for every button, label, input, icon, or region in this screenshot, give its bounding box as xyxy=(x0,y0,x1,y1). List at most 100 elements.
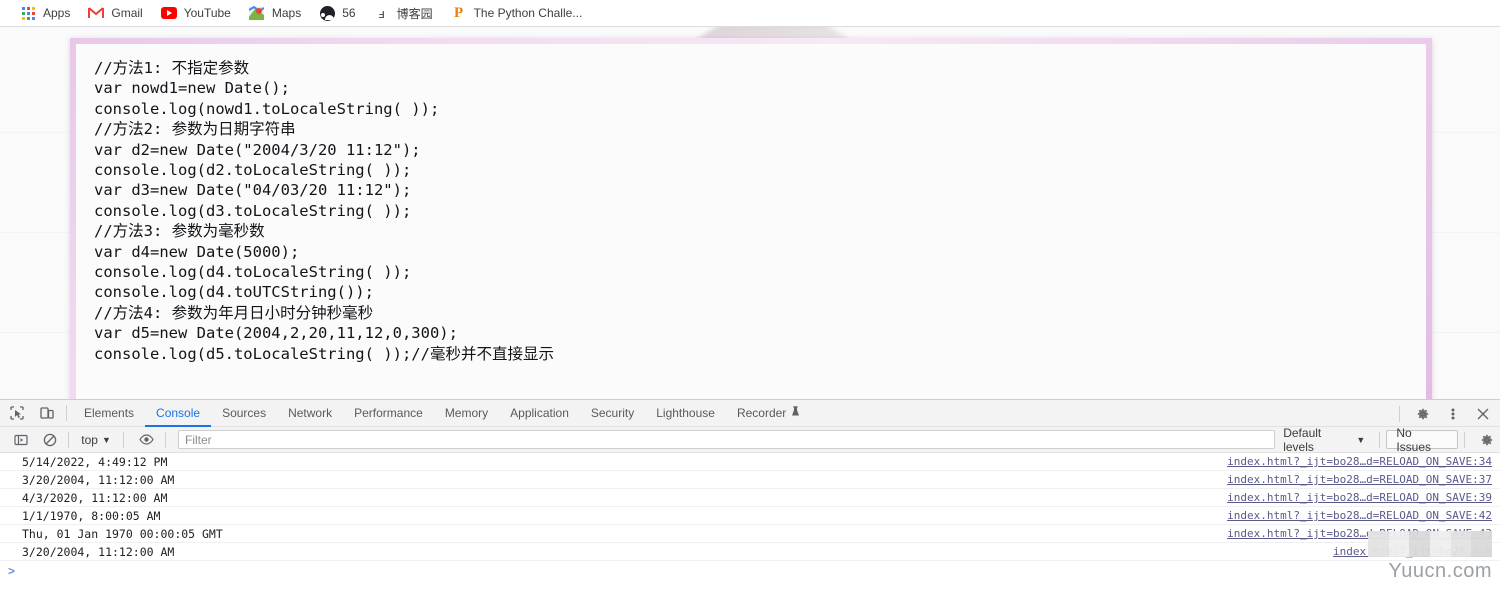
log-source-link[interactable]: index.html?_ijt=bo28…d=RELOAD_ON_SAVE:37 xyxy=(1227,473,1492,486)
bookmark-item-56[interactable]: 56 xyxy=(311,2,363,24)
tab-application[interactable]: Application xyxy=(499,400,580,427)
console-log-row[interactable]: 1/1/1970, 8:00:05 AM index.html?_ijt=bo2… xyxy=(0,507,1500,525)
tab-label: Console xyxy=(156,406,201,420)
tab-label: Security xyxy=(590,406,635,420)
toolbar-divider xyxy=(68,431,70,448)
inspect-element-icon[interactable] xyxy=(4,401,30,425)
code-line: //方法1: 不指定参数 xyxy=(94,59,250,77)
log-source-link[interactable]: index.html?_ijt=bo28…d=RELOAD_ON_SAVE:39 xyxy=(1227,491,1492,504)
close-devtools-icon[interactable] xyxy=(1470,402,1496,426)
filter-placeholder: Filter xyxy=(184,432,212,447)
code-line: console.log(d2.toLocaleString( )); xyxy=(94,161,412,180)
code-line: console.log(d4.toUTCString()); xyxy=(94,283,374,302)
avatar-icon xyxy=(319,5,335,21)
bookmark-item-gmail[interactable]: Gmail xyxy=(80,2,150,24)
console-log-row[interactable]: 3/20/2004, 11:12:00 AM index.html?_ijt=b… xyxy=(0,543,1500,561)
log-message: 1/1/1970, 8:00:05 AM xyxy=(22,508,161,523)
console-settings-gear-icon[interactable] xyxy=(1475,428,1500,452)
code-panel: //方法1: 不指定参数 var nowd1=new Date(); conso… xyxy=(70,38,1432,399)
tab-elements[interactable]: Elements xyxy=(73,400,145,427)
apps-grid-icon xyxy=(20,5,36,21)
tab-security[interactable]: Security xyxy=(580,400,645,427)
toolbar-divider xyxy=(1463,431,1465,448)
execution-context-value: top xyxy=(81,432,98,447)
more-options-icon[interactable] xyxy=(1440,402,1466,426)
live-expression-eye-icon[interactable] xyxy=(134,428,159,452)
console-log-row[interactable]: Thu, 01 Jan 1970 00:00:05 GMT index.html… xyxy=(0,525,1500,543)
execution-context-select[interactable]: top ▼ xyxy=(75,430,117,449)
bookmark-label: YouTube xyxy=(183,6,231,20)
console-toolbar: top ▼ Filter Default levels ▼ No Issues xyxy=(0,426,1500,454)
maps-icon xyxy=(249,5,265,21)
bookmark-item-apps[interactable]: Apps xyxy=(12,2,78,24)
code-line: var nowd1=new Date(); xyxy=(94,79,290,98)
code-line: console.log(d4.toLocaleString( )); xyxy=(94,263,412,282)
bookmark-item-youtube[interactable]: YouTube xyxy=(153,2,239,24)
filter-input[interactable]: Filter xyxy=(177,430,1276,449)
toolbar-divider xyxy=(1399,405,1400,422)
devtools-tabbar-right xyxy=(1393,400,1496,427)
code-line: var d3=new Date("04/03/20 11:12"); xyxy=(94,181,412,200)
tab-lighthouse[interactable]: Lighthouse xyxy=(645,400,726,427)
chevron-down-icon: ▼ xyxy=(101,434,111,445)
tab-network[interactable]: Network xyxy=(277,400,343,427)
tab-label: Lighthouse xyxy=(656,406,715,420)
code-line: //方法2: 参数为日期字符串 xyxy=(94,120,296,139)
prompt-chevron-icon: > xyxy=(8,564,16,578)
bookmark-item-cnblogs[interactable]: ⅎ 博客园 xyxy=(366,2,441,24)
python-challenge-icon: P xyxy=(453,4,464,21)
bookmark-item-python-challenge[interactable]: P The Python Challe... xyxy=(443,2,591,24)
no-issues-label: No Issues xyxy=(1396,425,1432,454)
console-log-row[interactable]: 5/14/2022, 4:49:12 PM index.html?_ijt=bo… xyxy=(0,453,1500,471)
no-issues-button[interactable]: No Issues xyxy=(1386,426,1458,454)
devtools-panel: Elements Console Sources Network Perform… xyxy=(0,399,1500,589)
bookmark-label: The Python Challe... xyxy=(473,6,583,20)
bookmark-label: Apps xyxy=(43,6,71,20)
tab-memory[interactable]: Memory xyxy=(434,400,499,427)
experiment-flask-icon xyxy=(791,406,800,420)
tab-recorder[interactable]: Recorder xyxy=(726,400,811,427)
toolbar-divider xyxy=(122,431,124,448)
bookmark-item-maps[interactable]: Maps xyxy=(241,2,309,24)
tab-label: Application xyxy=(510,406,569,420)
log-source-link[interactable]: index.html?_ijt=bo28…d=RELOAD_ON_SAVE:42 xyxy=(1227,509,1492,522)
bookmark-bar: Apps Gmail YouTube Maps 56 ⅎ 博客园 P The P… xyxy=(0,0,1500,27)
bookmark-label: Maps xyxy=(271,6,302,20)
bookmark-label: 博客园 xyxy=(396,6,433,21)
tab-label: Performance xyxy=(354,406,423,420)
youtube-icon xyxy=(160,5,177,21)
code-line: var d2=new Date("2004/3/20 11:12"); xyxy=(94,140,421,159)
code-line: //方法3: 参数为毫秒数 xyxy=(94,222,265,241)
console-prompt-row[interactable]: > xyxy=(0,561,1500,581)
log-message: 5/14/2022, 4:49:12 PM xyxy=(22,454,168,469)
clear-console-icon[interactable] xyxy=(37,428,62,452)
console-log-row[interactable]: 4/3/2020, 11:12:00 AM index.html?_ijt=bo… xyxy=(0,489,1500,507)
tab-label: Elements xyxy=(84,406,135,420)
toolbar-divider xyxy=(1379,431,1381,448)
tab-performance[interactable]: Performance xyxy=(343,400,434,427)
tab-sources[interactable]: Sources xyxy=(211,400,277,427)
bookmark-label: Gmail xyxy=(111,6,143,20)
tab-label: Sources xyxy=(222,406,267,420)
tab-label: Network xyxy=(288,406,333,420)
console-log-row[interactable]: 3/20/2004, 11:12:00 AM index.html?_ijt=b… xyxy=(0,471,1500,489)
log-level-select[interactable]: Default levels ▼ xyxy=(1275,426,1373,454)
toolbar-divider xyxy=(164,431,166,448)
settings-gear-icon[interactable] xyxy=(1410,402,1436,426)
devtools-tabbar: Elements Console Sources Network Perform… xyxy=(0,400,1500,427)
log-message: 3/20/2004, 11:12:00 AM xyxy=(22,472,175,487)
log-message: 3/20/2004, 11:12:00 AM xyxy=(22,544,175,559)
code-line: console.log(nowd1.toLocaleString( )); xyxy=(94,99,440,118)
code-panel-body: //方法1: 不指定参数 var nowd1=new Date(); conso… xyxy=(76,44,1426,399)
console-log-list: 5/14/2022, 4:49:12 PM index.html?_ijt=bo… xyxy=(0,453,1500,581)
code-line: var d4=new Date(5000); xyxy=(94,242,300,261)
tab-console[interactable]: Console xyxy=(145,400,211,427)
mosaic-redaction-block xyxy=(1368,531,1492,557)
tab-label: Memory xyxy=(444,406,489,420)
log-message: Thu, 01 Jan 1970 00:00:05 GMT xyxy=(22,526,223,541)
code-line: var d5=new Date(2004,2,20,11,12,0,300); xyxy=(94,324,458,343)
log-source-link[interactable]: index.html?_ijt=bo28…d=RELOAD_ON_SAVE:34 xyxy=(1227,455,1492,468)
device-toolbar-icon[interactable] xyxy=(34,401,60,425)
console-sidebar-icon[interactable] xyxy=(8,428,33,452)
code-line: //方法4: 参数为年月日小时分钟秒毫秒 xyxy=(94,303,374,322)
